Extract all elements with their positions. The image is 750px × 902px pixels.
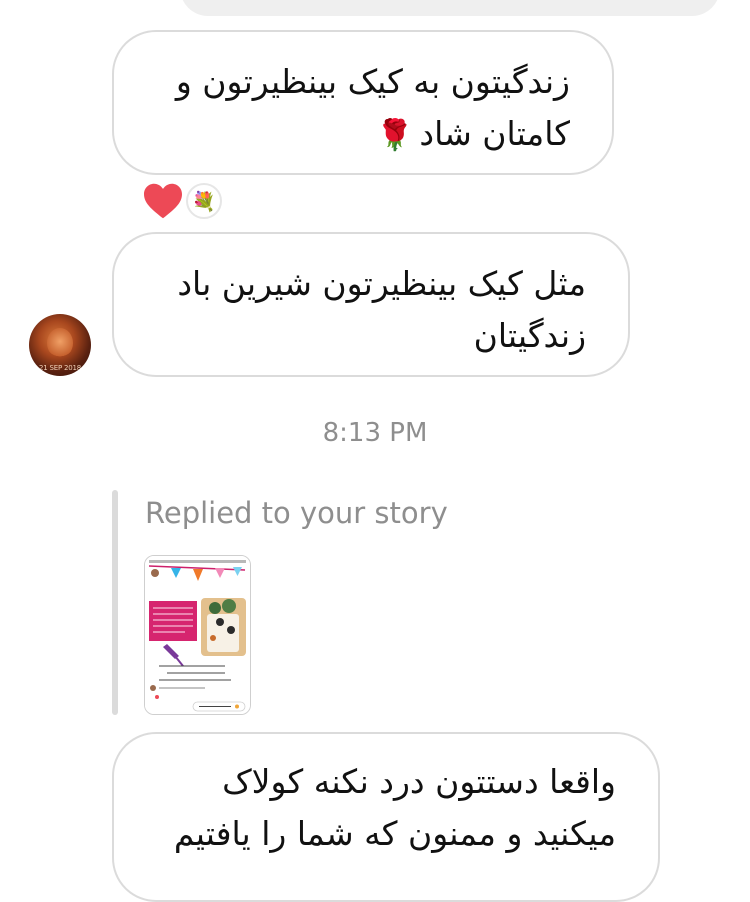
avatar-date-stamp: 21 SEP 2018 xyxy=(39,364,82,372)
bouquet-reaction-icon: 💐 xyxy=(186,183,222,219)
reply-indicator-bar xyxy=(112,490,118,715)
conversation-timestamp: 8:13 PM xyxy=(322,418,428,448)
message-bubble[interactable]: زندگیتون به کیک بینظیرتون و کامتان شاد🌹 xyxy=(112,30,614,175)
message-text-line: کامتان شاد🌹 xyxy=(148,108,570,162)
sender-avatar[interactable]: 21 SEP 2018 xyxy=(29,314,91,376)
heart-reaction-icon xyxy=(144,183,182,219)
message-bubble[interactable]: واقعا دستتون درد نکنه کولاک میکنید و ممن… xyxy=(112,732,660,902)
story-thumbnail[interactable] xyxy=(144,555,251,715)
message-text-line: واقعا دستتون درد نکنه کولاک xyxy=(222,762,616,801)
previous-message-bubble xyxy=(180,0,720,16)
story-reply-label: Replied to your story xyxy=(145,496,448,530)
message-text-line: مثل کیک بینظیرتون شیرین باد xyxy=(177,264,586,303)
message-reactions[interactable]: 💐 xyxy=(142,182,222,220)
story-preview-image xyxy=(145,556,250,714)
message-text-line: زندگیتان xyxy=(473,316,586,355)
rose-emoji-icon: 🌹 xyxy=(376,118,414,153)
message-text-line: میکنید و ممنون که شما را یافتیم xyxy=(173,814,616,853)
message-bubble[interactable]: مثل کیک بینظیرتون شیرین باد زندگیتان xyxy=(112,232,630,377)
message-text-line: زندگیتون به کیک بینظیرتون و xyxy=(175,62,570,101)
avatar-face xyxy=(47,328,73,358)
